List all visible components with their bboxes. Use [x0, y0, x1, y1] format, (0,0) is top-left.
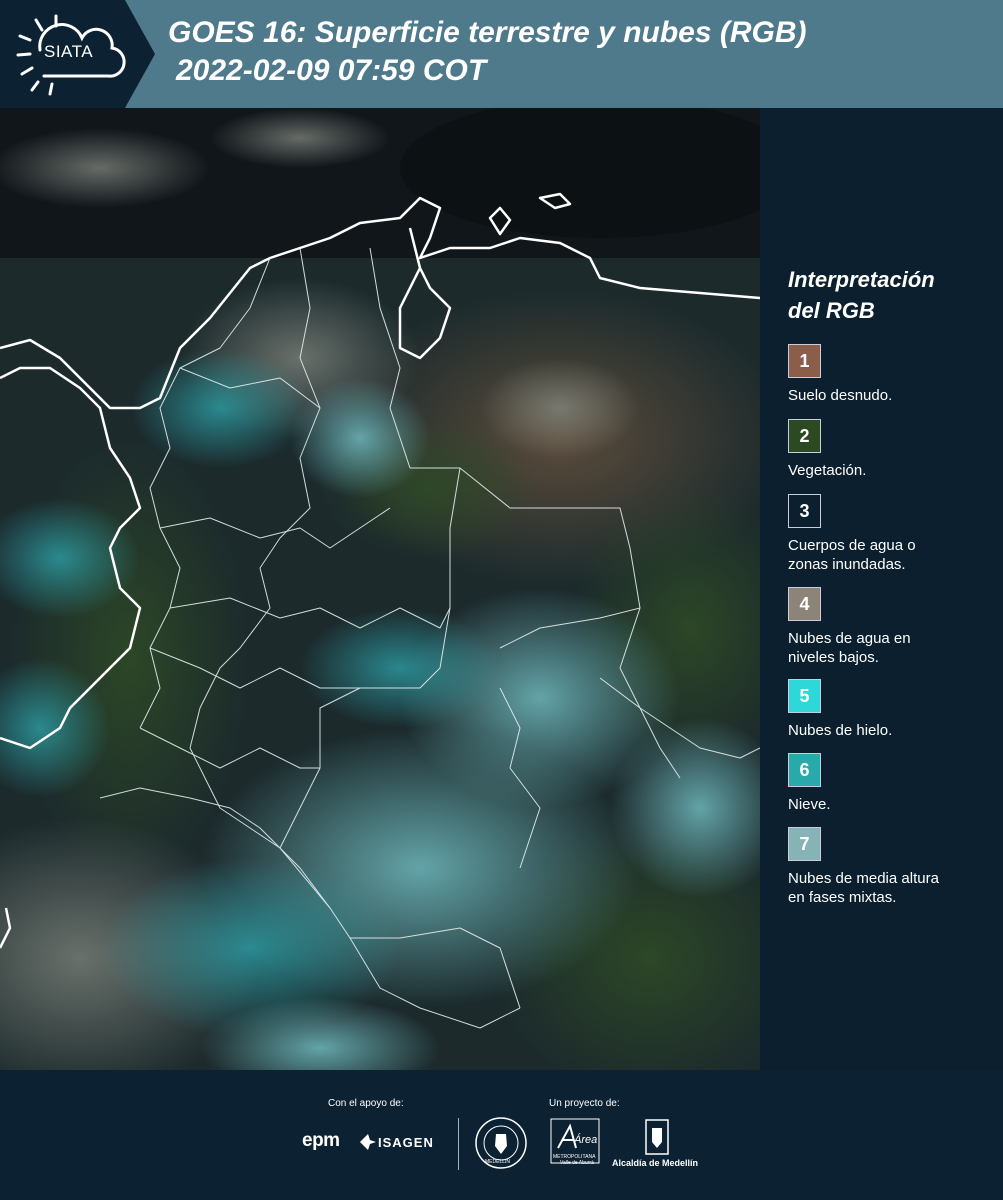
footer: Con el apoyo de: Un proyecto de: epm ISA… [0, 1070, 1003, 1200]
legend-label: Nubes de agua en niveles bajos. [788, 630, 911, 666]
legend-swatch: 1 [788, 344, 821, 378]
seal-text: MEDELLIN [485, 1159, 511, 1165]
support-label: Con el apoyo de: [328, 1098, 404, 1109]
area-logo-text: Área [574, 1134, 598, 1146]
legend-label: Cuerpos de agua o zonas inundadas. [788, 537, 916, 573]
epm-logo: epm [302, 1130, 340, 1151]
legend-title: Interpretación del RGB [788, 264, 935, 326]
legend-title-line-2: del RGB [788, 298, 875, 323]
satellite-image [0, 108, 760, 1070]
header: SIATA GOES 16: Superficie terrestre y nu… [0, 0, 1003, 108]
legend-swatch: 3 [788, 494, 821, 528]
page-title: GOES 16: Superficie terrestre y nubes (R… [168, 14, 807, 90]
legend-panel: Interpretación del RGB 1 Suelo desnudo. … [760, 108, 1003, 1070]
legend-swatch: 7 [788, 827, 821, 861]
legend-label: Nubes de hielo. [788, 722, 893, 739]
legend-label: Vegetación. [788, 462, 867, 479]
alcaldia-shield-icon [645, 1119, 669, 1155]
legend-item: 4 Nubes de agua en niveles bajos. [788, 587, 998, 667]
legend-swatch: 2 [788, 419, 821, 453]
area-logo-sub2: Valle de Aburrá [560, 1160, 594, 1166]
satellite-map [0, 108, 760, 1070]
legend-title-line-1: Interpretación [788, 267, 935, 292]
legend-item: 3 Cuerpos de agua o zonas inundadas. [788, 494, 998, 574]
legend-item: 1 Suelo desnudo. [788, 344, 998, 405]
legend-label: Nieve. [788, 796, 831, 813]
legend-item: 7 Nubes de media altura en fases mixtas. [788, 827, 998, 907]
project-label: Un proyecto de: [549, 1098, 620, 1109]
legend-item: 2 Vegetación. [788, 419, 998, 480]
title-line-2: 2022-02-09 07:59 COT [176, 54, 487, 87]
legend-item: 6 Nieve. [788, 753, 998, 814]
legend-label: Suelo desnudo. [788, 387, 893, 404]
siata-logo: SIATA [0, 0, 155, 108]
footer-divider [458, 1118, 459, 1170]
legend-swatch: 5 [788, 679, 821, 713]
isagen-mark-icon [360, 1134, 376, 1150]
logo-text: SIATA [44, 42, 94, 61]
legend-swatch: 4 [788, 587, 821, 621]
isagen-logo: ISAGEN [378, 1135, 434, 1150]
legend-label: Nubes de media altura en fases mixtas. [788, 870, 939, 906]
legend-swatch: 6 [788, 753, 821, 787]
legend-item: 5 Nubes de hielo. [788, 679, 998, 740]
alcaldia-logo: Alcaldía de Medellín [612, 1158, 699, 1168]
title-line-1: GOES 16: Superficie terrestre y nubes (R… [168, 16, 807, 49]
